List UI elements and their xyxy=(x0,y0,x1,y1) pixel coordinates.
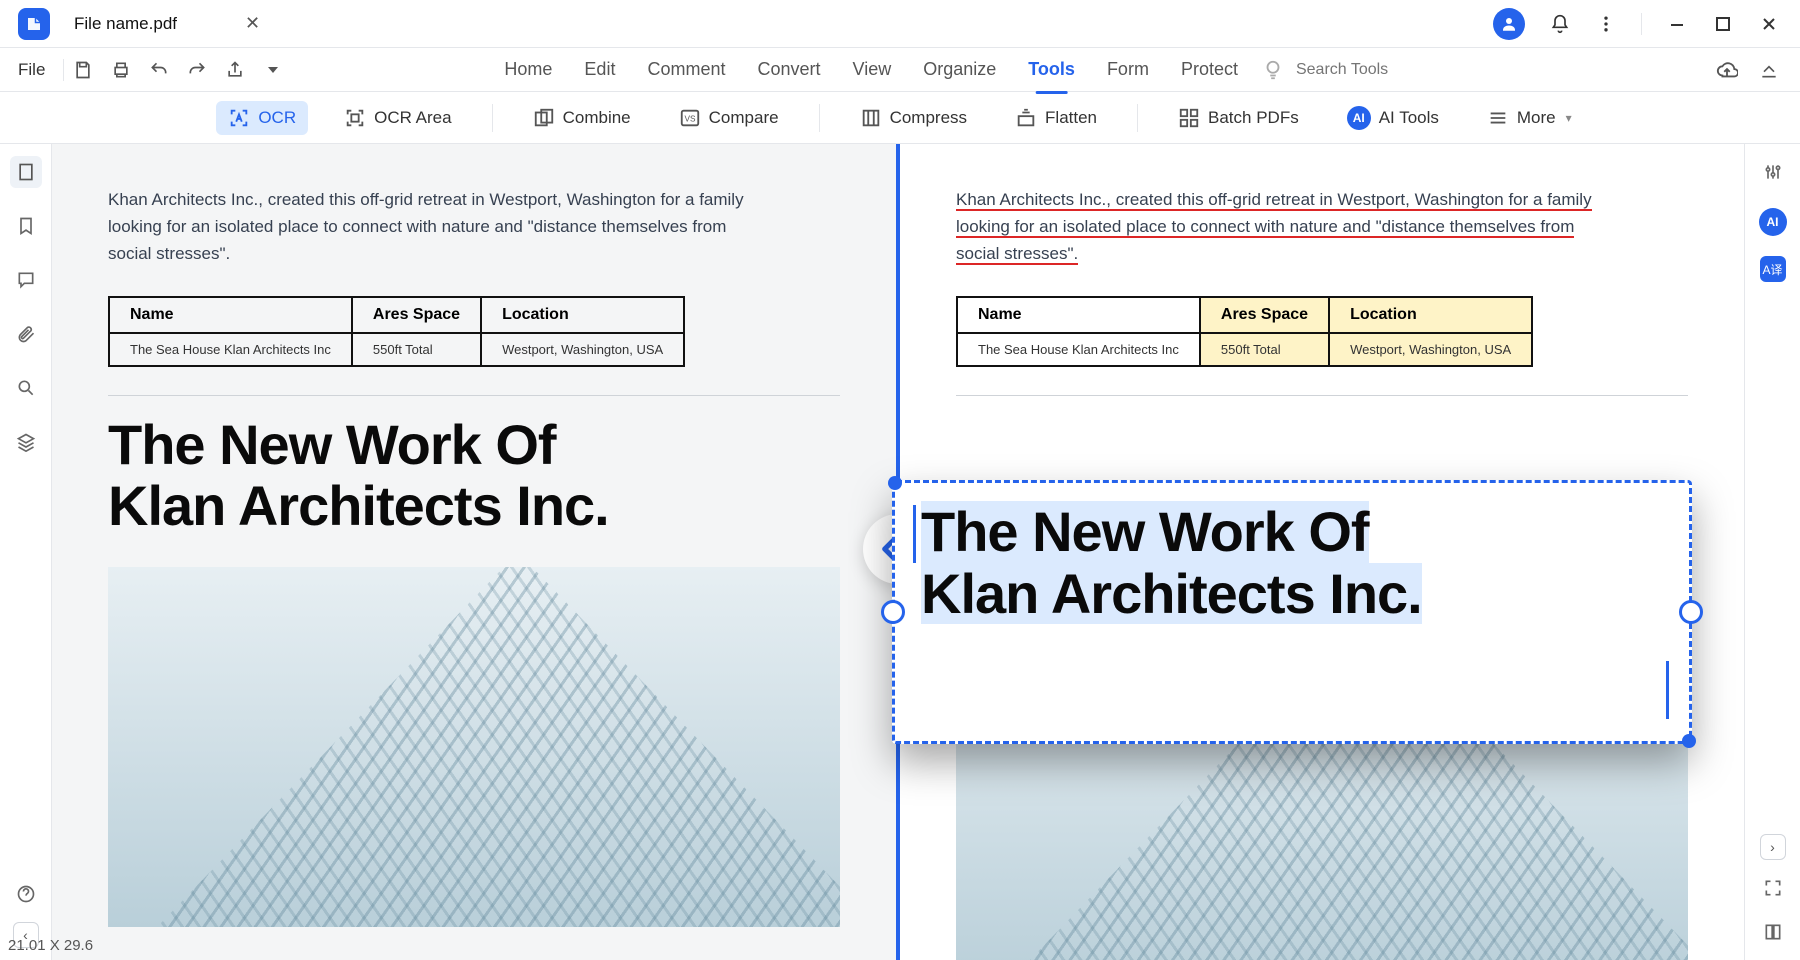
save-icon[interactable] xyxy=(72,59,94,81)
workspace: ‹ Khan Architects Inc., created this off… xyxy=(0,144,1800,960)
ocr-button[interactable]: OCR xyxy=(216,101,308,135)
tab-convert[interactable]: Convert xyxy=(757,53,820,86)
search-tools-input[interactable] xyxy=(1296,61,1436,79)
layers-icon[interactable] xyxy=(10,426,42,458)
tab-home[interactable]: Home xyxy=(504,53,552,86)
undo-icon[interactable] xyxy=(148,59,170,81)
titlebar: File name.pdf ✕ xyxy=(0,0,1800,48)
tab-protect[interactable]: Protect xyxy=(1181,53,1238,86)
bookmark-icon[interactable] xyxy=(10,210,42,242)
flatten-icon xyxy=(1015,107,1037,129)
window-maximize-icon[interactable] xyxy=(1712,13,1734,35)
bell-icon[interactable] xyxy=(1549,13,1571,35)
window-minimize-icon[interactable] xyxy=(1666,13,1688,35)
app-logo[interactable] xyxy=(18,8,50,40)
selection-handle-tl[interactable] xyxy=(888,476,902,490)
ai-icon: AI xyxy=(1347,106,1371,130)
chevron-down-icon: ▾ xyxy=(1566,111,1572,125)
batch-icon xyxy=(1178,107,1200,129)
window-close-icon[interactable] xyxy=(1758,13,1780,35)
sliders-icon[interactable] xyxy=(1757,156,1789,188)
menubar: File Home Edit Comment Convert View Orga… xyxy=(0,48,1800,92)
page-layout-icon[interactable] xyxy=(1757,916,1789,948)
more-button[interactable]: More ▾ xyxy=(1475,101,1584,135)
attachment-icon[interactable] xyxy=(10,318,42,350)
editable-title[interactable]: The New Work Of Klan Architects Inc. xyxy=(921,501,1663,624)
compare-icon: VS xyxy=(679,107,701,129)
combine-button[interactable]: Combine xyxy=(521,101,643,135)
page-title-left: The New Work Of Klan Architects Inc. xyxy=(108,414,840,537)
file-tab[interactable]: File name.pdf ✕ xyxy=(58,0,284,48)
tab-comment[interactable]: Comment xyxy=(647,53,725,86)
info-table-right: NameAres SpaceLocation The Sea House Kla… xyxy=(956,296,1533,367)
ai-tools-button[interactable]: AI AI Tools xyxy=(1335,100,1451,136)
compress-button[interactable]: Compress xyxy=(848,101,979,135)
translate-icon[interactable]: A译 xyxy=(1760,256,1786,282)
print-icon[interactable] xyxy=(110,59,132,81)
flatten-button[interactable]: Flatten xyxy=(1003,101,1109,135)
intro-text-right: Khan Architects Inc., created this off-g… xyxy=(956,186,1596,268)
file-tab-label: File name.pdf xyxy=(74,14,177,34)
left-rail: ‹ xyxy=(0,144,52,960)
status-coordinates: 21.01 X 29.6 xyxy=(8,937,93,954)
intro-text-left: Khan Architects Inc., created this off-g… xyxy=(108,186,748,268)
dropdown-icon[interactable] xyxy=(262,59,284,81)
fit-screen-icon[interactable] xyxy=(1757,872,1789,904)
search-icon[interactable] xyxy=(10,372,42,404)
collapse-up-icon[interactable] xyxy=(1758,59,1780,81)
text-cursor-end xyxy=(1666,661,1669,719)
batch-button[interactable]: Batch PDFs xyxy=(1166,101,1311,135)
tab-organize[interactable]: Organize xyxy=(923,53,996,86)
user-avatar[interactable] xyxy=(1493,8,1525,40)
page-original[interactable]: Khan Architects Inc., created this off-g… xyxy=(52,144,896,960)
tab-edit[interactable]: Edit xyxy=(584,53,615,86)
svg-text:VS: VS xyxy=(684,114,696,123)
selection-handle-left[interactable] xyxy=(881,600,905,624)
kebab-menu-icon[interactable] xyxy=(1595,13,1617,35)
building-image-left xyxy=(108,567,840,927)
ocr-area-button[interactable]: OCR Area xyxy=(332,101,463,135)
lightbulb-icon[interactable] xyxy=(1262,59,1284,81)
redo-icon[interactable] xyxy=(186,59,208,81)
share-icon[interactable] xyxy=(224,59,246,81)
combine-icon xyxy=(533,107,555,129)
comment-icon[interactable] xyxy=(10,264,42,296)
compress-icon xyxy=(860,107,882,129)
right-rail: AI A译 › xyxy=(1744,144,1800,960)
ai-assistant-icon[interactable]: AI xyxy=(1759,208,1787,236)
compare-button[interactable]: VS Compare xyxy=(667,101,791,135)
ocr-icon xyxy=(228,107,250,129)
tab-form[interactable]: Form xyxy=(1107,53,1149,86)
help-icon[interactable] xyxy=(10,878,42,910)
collapse-right-icon[interactable]: › xyxy=(1760,834,1786,860)
cloud-upload-icon[interactable] xyxy=(1716,59,1738,81)
close-tab-icon[interactable]: ✕ xyxy=(237,13,268,34)
selection-handle-br[interactable] xyxy=(1682,734,1696,748)
more-icon xyxy=(1487,107,1509,129)
main-tabs: Home Edit Comment Convert View Organize … xyxy=(504,53,1238,86)
thumbnails-icon[interactable] xyxy=(10,156,42,188)
text-cursor-start xyxy=(913,505,916,563)
info-table-left: NameAres SpaceLocation The Sea House Kla… xyxy=(108,296,685,367)
ocr-area-icon xyxy=(344,107,366,129)
tab-view[interactable]: View xyxy=(853,53,892,86)
tools-toolbar: OCR OCR Area Combine VS Compare Compress… xyxy=(0,92,1800,144)
tab-tools[interactable]: Tools xyxy=(1028,53,1075,86)
selection-handle-right[interactable] xyxy=(1679,600,1703,624)
text-edit-selection[interactable]: The New Work Of Klan Architects Inc. xyxy=(892,480,1692,744)
file-menu[interactable]: File xyxy=(8,56,55,84)
